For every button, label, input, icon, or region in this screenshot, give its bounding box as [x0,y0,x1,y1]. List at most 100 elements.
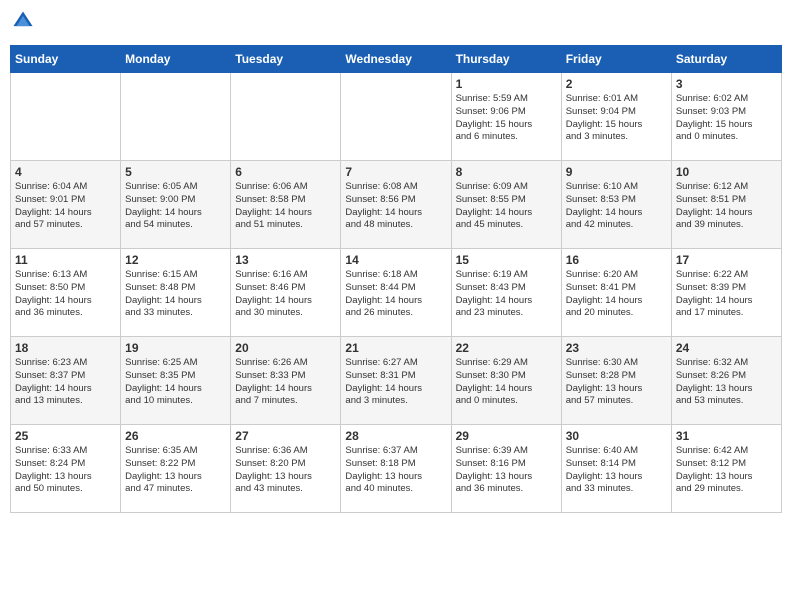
day-info: Sunrise: 6:02 AM Sunset: 9:03 PM Dayligh… [676,93,777,144]
calendar-cell: 18 Sunrise: 6:23 AM Sunset: 8:37 PM Dayli… [11,337,121,425]
day-info: Sunrise: 6:39 AM Sunset: 8:16 PM Dayligh… [456,445,557,496]
day-number: 29 [456,429,557,443]
calendar-cell: 1 Sunrise: 5:59 AM Sunset: 9:06 PM Daylig… [451,73,561,161]
day-number: 8 [456,165,557,179]
calendar-cell: 7 Sunrise: 6:08 AM Sunset: 8:56 PM Daylig… [341,161,451,249]
day-info: Sunrise: 6:10 AM Sunset: 8:53 PM Dayligh… [566,181,667,232]
day-number: 3 [676,77,777,91]
calendar-cell: 24 Sunrise: 6:32 AM Sunset: 8:26 PM Dayli… [671,337,781,425]
calendar-cell: 4 Sunrise: 6:04 AM Sunset: 9:01 PM Daylig… [11,161,121,249]
weekday-header-sunday: Sunday [11,46,121,73]
calendar-cell: 29 Sunrise: 6:39 AM Sunset: 8:16 PM Dayli… [451,425,561,513]
day-info: Sunrise: 6:06 AM Sunset: 8:58 PM Dayligh… [235,181,336,232]
calendar-cell: 26 Sunrise: 6:35 AM Sunset: 8:22 PM Dayli… [121,425,231,513]
day-number: 2 [566,77,667,91]
day-info: Sunrise: 6:18 AM Sunset: 8:44 PM Dayligh… [345,269,446,320]
day-info: Sunrise: 6:20 AM Sunset: 8:41 PM Dayligh… [566,269,667,320]
calendar-cell: 27 Sunrise: 6:36 AM Sunset: 8:20 PM Dayli… [231,425,341,513]
day-number: 10 [676,165,777,179]
day-info: Sunrise: 6:09 AM Sunset: 8:55 PM Dayligh… [456,181,557,232]
calendar-cell: 16 Sunrise: 6:20 AM Sunset: 8:41 PM Dayli… [561,249,671,337]
calendar-week-2: 4 Sunrise: 6:04 AM Sunset: 9:01 PM Daylig… [11,161,782,249]
calendar-cell: 9 Sunrise: 6:10 AM Sunset: 8:53 PM Daylig… [561,161,671,249]
calendar-cell: 13 Sunrise: 6:16 AM Sunset: 8:46 PM Dayli… [231,249,341,337]
calendar-cell: 20 Sunrise: 6:26 AM Sunset: 8:33 PM Dayli… [231,337,341,425]
day-info: Sunrise: 6:36 AM Sunset: 8:20 PM Dayligh… [235,445,336,496]
calendar-cell [231,73,341,161]
calendar-cell: 31 Sunrise: 6:42 AM Sunset: 8:12 PM Dayli… [671,425,781,513]
day-info: Sunrise: 5:59 AM Sunset: 9:06 PM Dayligh… [456,93,557,144]
day-number: 27 [235,429,336,443]
header [10,10,782,37]
day-number: 14 [345,253,446,267]
logo [10,10,36,37]
day-number: 7 [345,165,446,179]
day-number: 30 [566,429,667,443]
day-info: Sunrise: 6:33 AM Sunset: 8:24 PM Dayligh… [15,445,116,496]
day-info: Sunrise: 6:32 AM Sunset: 8:26 PM Dayligh… [676,357,777,408]
day-number: 17 [676,253,777,267]
calendar-cell: 28 Sunrise: 6:37 AM Sunset: 8:18 PM Dayli… [341,425,451,513]
calendar-week-3: 11 Sunrise: 6:13 AM Sunset: 8:50 PM Dayli… [11,249,782,337]
day-number: 23 [566,341,667,355]
day-number: 4 [15,165,116,179]
calendar-cell: 3 Sunrise: 6:02 AM Sunset: 9:03 PM Daylig… [671,73,781,161]
weekday-header-friday: Friday [561,46,671,73]
day-info: Sunrise: 6:25 AM Sunset: 8:35 PM Dayligh… [125,357,226,408]
day-number: 24 [676,341,777,355]
calendar-cell: 12 Sunrise: 6:15 AM Sunset: 8:48 PM Dayli… [121,249,231,337]
calendar-cell [11,73,121,161]
day-info: Sunrise: 6:12 AM Sunset: 8:51 PM Dayligh… [676,181,777,232]
calendar-cell [341,73,451,161]
day-number: 11 [15,253,116,267]
weekday-header-wednesday: Wednesday [341,46,451,73]
day-info: Sunrise: 6:29 AM Sunset: 8:30 PM Dayligh… [456,357,557,408]
day-number: 5 [125,165,226,179]
day-info: Sunrise: 6:22 AM Sunset: 8:39 PM Dayligh… [676,269,777,320]
day-info: Sunrise: 6:04 AM Sunset: 9:01 PM Dayligh… [15,181,116,232]
weekday-header-tuesday: Tuesday [231,46,341,73]
day-number: 16 [566,253,667,267]
calendar-cell: 15 Sunrise: 6:19 AM Sunset: 8:43 PM Dayli… [451,249,561,337]
calendar-cell: 25 Sunrise: 6:33 AM Sunset: 8:24 PM Dayli… [11,425,121,513]
day-info: Sunrise: 6:42 AM Sunset: 8:12 PM Dayligh… [676,445,777,496]
day-number: 25 [15,429,116,443]
day-number: 12 [125,253,226,267]
day-info: Sunrise: 6:15 AM Sunset: 8:48 PM Dayligh… [125,269,226,320]
day-info: Sunrise: 6:19 AM Sunset: 8:43 PM Dayligh… [456,269,557,320]
calendar-cell: 10 Sunrise: 6:12 AM Sunset: 8:51 PM Dayli… [671,161,781,249]
day-info: Sunrise: 6:37 AM Sunset: 8:18 PM Dayligh… [345,445,446,496]
calendar-cell: 2Sunrise: 6:01 AM Sunset: 9:04 PM Daylig… [561,73,671,161]
calendar-cell: 8 Sunrise: 6:09 AM Sunset: 8:55 PM Daylig… [451,161,561,249]
day-info: Sunrise: 6:35 AM Sunset: 8:22 PM Dayligh… [125,445,226,496]
calendar-cell: 19 Sunrise: 6:25 AM Sunset: 8:35 PM Dayli… [121,337,231,425]
day-number: 21 [345,341,446,355]
day-number: 1 [456,77,557,91]
day-number: 31 [676,429,777,443]
weekday-header-saturday: Saturday [671,46,781,73]
day-info: Sunrise: 6:27 AM Sunset: 8:31 PM Dayligh… [345,357,446,408]
weekday-header-monday: Monday [121,46,231,73]
day-info: Sunrise: 6:26 AM Sunset: 8:33 PM Dayligh… [235,357,336,408]
day-info: Sunrise: 6:08 AM Sunset: 8:56 PM Dayligh… [345,181,446,232]
calendar-cell: 22Sunrise: 6:29 AM Sunset: 8:30 PM Dayli… [451,337,561,425]
day-number: 13 [235,253,336,267]
day-number: 15 [456,253,557,267]
day-number: 26 [125,429,226,443]
weekday-header-thursday: Thursday [451,46,561,73]
calendar-cell: 17 Sunrise: 6:22 AM Sunset: 8:39 PM Dayli… [671,249,781,337]
calendar-cell: 6Sunrise: 6:06 AM Sunset: 8:58 PM Daylig… [231,161,341,249]
day-number: 9 [566,165,667,179]
calendar-cell: 23Sunrise: 6:30 AM Sunset: 8:28 PM Dayli… [561,337,671,425]
day-info: Sunrise: 6:23 AM Sunset: 8:37 PM Dayligh… [15,357,116,408]
calendar-cell: 14 Sunrise: 6:18 AM Sunset: 8:44 PM Dayli… [341,249,451,337]
day-info: Sunrise: 6:13 AM Sunset: 8:50 PM Dayligh… [15,269,116,320]
day-number: 20 [235,341,336,355]
day-info: Sunrise: 6:40 AM Sunset: 8:14 PM Dayligh… [566,445,667,496]
day-info: Sunrise: 6:16 AM Sunset: 8:46 PM Dayligh… [235,269,336,320]
day-number: 18 [15,341,116,355]
day-info: Sunrise: 6:05 AM Sunset: 9:00 PM Dayligh… [125,181,226,232]
day-number: 19 [125,341,226,355]
calendar-table: SundayMondayTuesdayWednesdayThursdayFrid… [10,45,782,513]
day-number: 28 [345,429,446,443]
